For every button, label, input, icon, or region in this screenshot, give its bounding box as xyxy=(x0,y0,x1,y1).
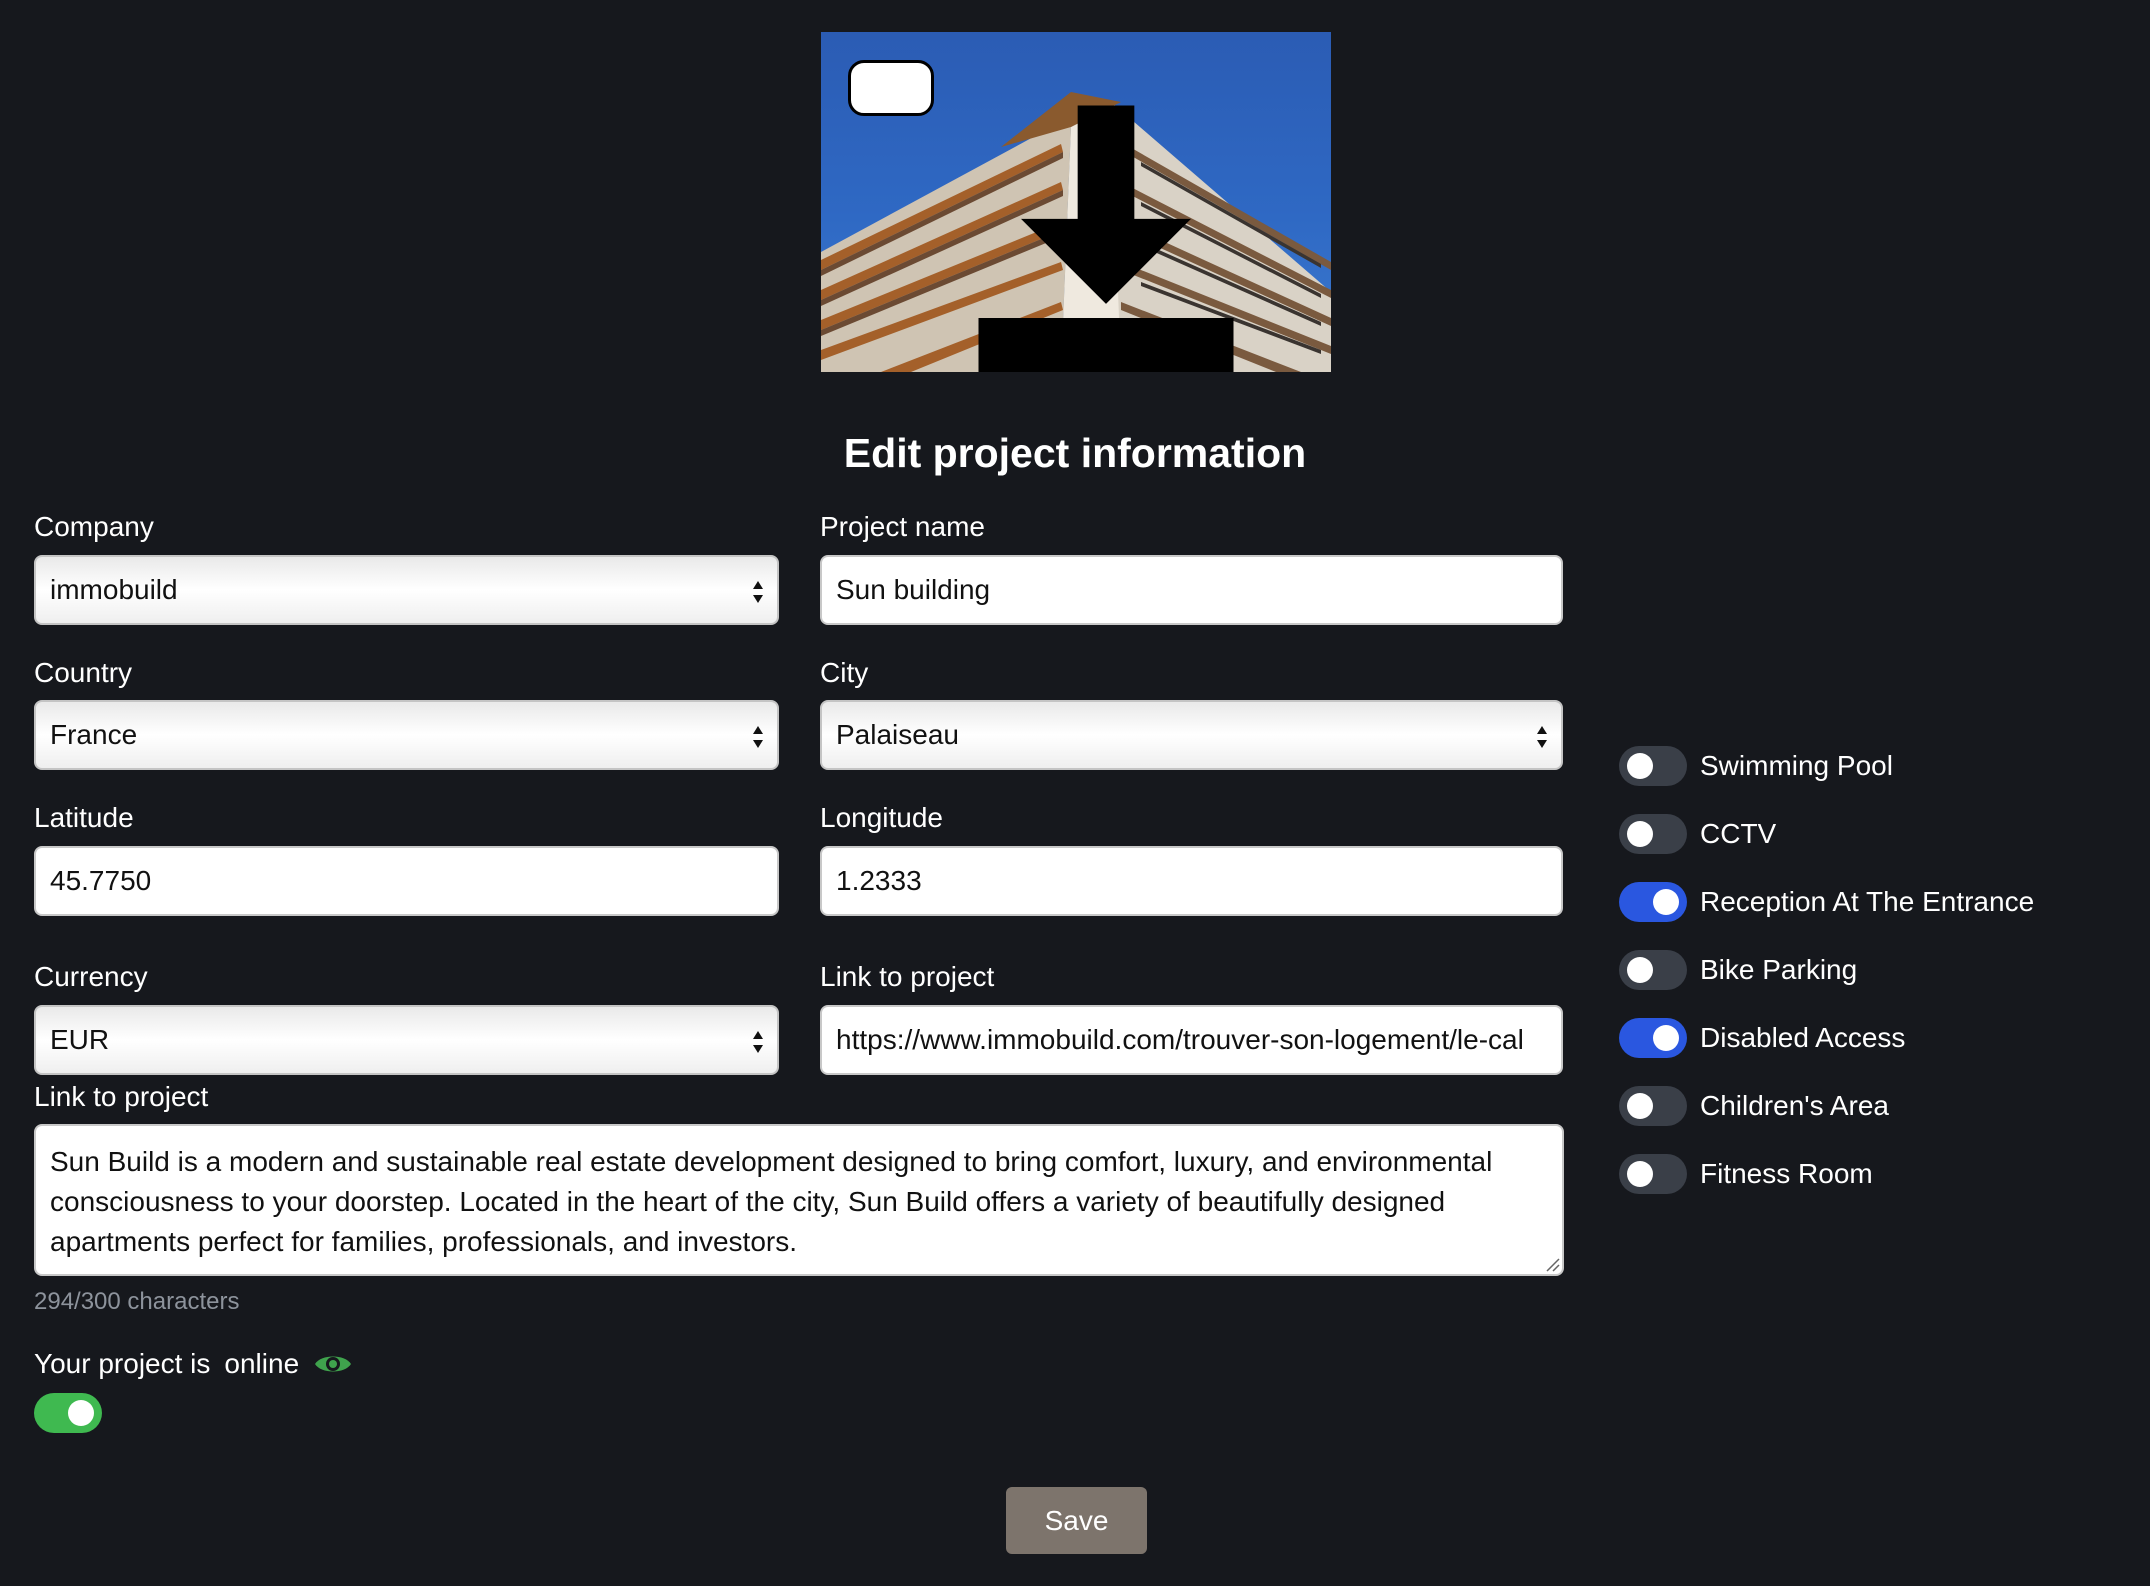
toggle-knob xyxy=(1627,1093,1653,1119)
company-label: Company xyxy=(34,511,154,542)
city-select[interactable]: Palaiseau xyxy=(820,700,1563,770)
toggle-knob xyxy=(68,1400,94,1426)
swimming-pool-toggle[interactable] xyxy=(1619,746,1687,786)
fitness-room-toggle[interactable] xyxy=(1619,1154,1687,1194)
download-icon xyxy=(978,105,1234,372)
status-prefix: Your project is xyxy=(34,1348,211,1379)
amenity-label-childrens-area: Children's Area xyxy=(1700,1090,1889,1121)
currency-value: EUR xyxy=(50,1024,110,1055)
project-image xyxy=(821,32,1331,372)
toggle-knob xyxy=(1627,1161,1653,1187)
character-counter: 294/300 characters xyxy=(34,1288,240,1315)
amenity-label-disabled-access: Disabled Access xyxy=(1700,1022,1906,1053)
currency-label: Currency xyxy=(34,961,148,992)
toggle-knob xyxy=(1653,1025,1679,1051)
company-select[interactable]: immobuild xyxy=(34,555,779,625)
project-status: Your project is online xyxy=(34,1347,353,1381)
disabled-access-toggle[interactable] xyxy=(1619,1018,1687,1058)
link-label: Link to project xyxy=(820,961,995,992)
city-label: City xyxy=(820,657,869,688)
save-button[interactable]: Save xyxy=(1006,1487,1147,1554)
company-value: immobuild xyxy=(50,574,178,605)
currency-select[interactable]: EUR xyxy=(34,1005,779,1075)
toggle-knob xyxy=(1627,753,1653,779)
city-value: Palaiseau xyxy=(836,719,959,750)
longitude-input[interactable] xyxy=(820,846,1563,916)
edit-project-page: Edit project information Company immobui… xyxy=(0,0,2150,1586)
childrens-area-toggle[interactable] xyxy=(1619,1086,1687,1126)
latitude-label: Latitude xyxy=(34,802,134,833)
description-textarea[interactable]: Sun Build is a modern and sustainable re… xyxy=(34,1124,1564,1276)
project-name-label: Project name xyxy=(820,511,985,542)
resize-handle-icon[interactable] xyxy=(1544,1256,1560,1272)
status-state: online xyxy=(224,1348,300,1379)
amenity-label-cctv: CCTV xyxy=(1700,818,1777,849)
eye-icon xyxy=(315,1356,352,1372)
amenity-label-swimming-pool: Swimming Pool xyxy=(1700,750,1893,781)
select-arrows-icon xyxy=(753,726,763,748)
latitude-input[interactable] xyxy=(34,846,779,916)
link-input[interactable] xyxy=(820,1005,1563,1075)
amenity-label-fitness-room: Fitness Room xyxy=(1700,1158,1873,1189)
select-arrows-icon xyxy=(1537,726,1547,748)
page-title: Edit project information xyxy=(843,430,1307,476)
cctv-toggle[interactable] xyxy=(1619,814,1687,854)
country-value: France xyxy=(50,719,138,750)
toggle-knob xyxy=(1627,957,1653,983)
amenity-label-reception: Reception At The Entrance xyxy=(1700,886,2035,917)
reception-toggle[interactable] xyxy=(1619,882,1687,922)
bike-parking-toggle[interactable] xyxy=(1619,950,1687,990)
longitude-label: Longitude xyxy=(820,802,944,833)
online-toggle[interactable] xyxy=(34,1393,102,1433)
description-label: Link to project xyxy=(34,1081,209,1112)
toggle-knob xyxy=(1653,889,1679,915)
country-select[interactable]: France xyxy=(34,700,779,770)
select-arrows-icon xyxy=(753,581,763,603)
project-name-input[interactable] xyxy=(820,555,1563,625)
download-button[interactable] xyxy=(848,60,1234,372)
select-arrows-icon xyxy=(753,1031,763,1053)
toggle-knob xyxy=(1627,821,1653,847)
amenity-label-bike-parking: Bike Parking xyxy=(1700,954,1858,985)
country-label: Country xyxy=(34,657,133,688)
